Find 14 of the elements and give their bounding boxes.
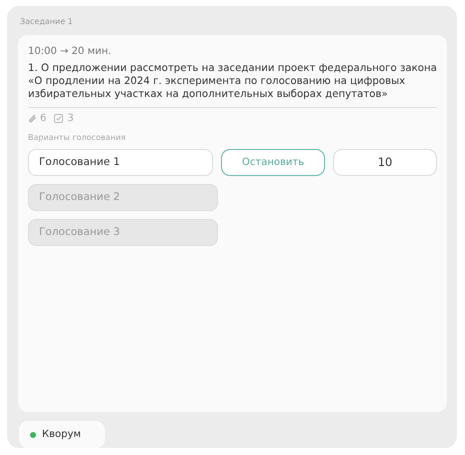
time-range: 10:00 → 20 мин. [28,45,112,59]
voting-label: Варианты голосования [28,132,127,144]
task-count: 3 [67,112,74,126]
vote-count: 10 [333,149,437,176]
voting-option[interactable]: Голосование 1 [28,149,214,176]
attachment-count: 6 [40,112,46,126]
voting-option[interactable]: Голосование 2 [28,184,218,212]
paperclip-icon [28,114,36,124]
session-title: Заседание 1 [20,16,74,28]
agenda-title: 1. О предложении рассмотреть на заседании проект федерального закона «О продлении на 2024 г. эксперимента по голосованию на цифровых избирательных участках на дополнительных выборах депутатов» [28,63,437,108]
quorum-button[interactable]: Кворум [19,421,105,448]
stop-button[interactable]: Остановить [221,149,326,176]
voting-option[interactable]: Голосование 3 [28,219,218,246]
checkbox-icon [54,114,64,124]
